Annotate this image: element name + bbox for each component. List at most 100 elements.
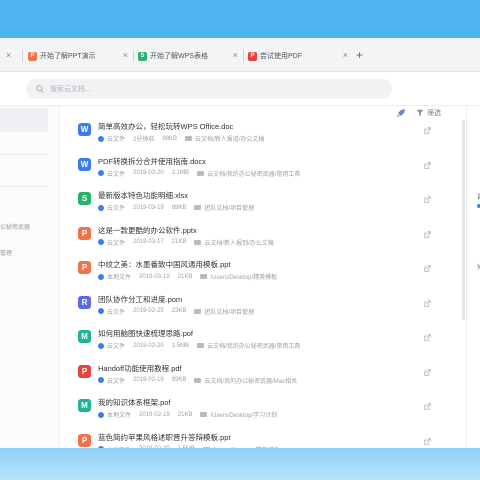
desktop-background-top xyxy=(0,0,480,38)
file-name[interactable]: 简单高效办公，轻松玩转WPS Office.doc xyxy=(98,121,233,132)
file-type-icon: P xyxy=(78,261,91,274)
file-time: 2019-03-19 xyxy=(133,204,164,211)
ppt-file-icon: P xyxy=(28,51,37,61)
file-name[interactable]: 如何用脑图快速梳理思路.pof xyxy=(98,328,193,339)
scrollbar[interactable] xyxy=(462,120,465,320)
sidebar-item-manage[interactable]: 管理 xyxy=(0,248,12,257)
folder-icon xyxy=(194,205,202,210)
folder-icon xyxy=(194,308,202,314)
file-path-text: 云文档/新人报到/办公文稿 xyxy=(204,240,274,247)
tab-label: 开始了解WPS表格 xyxy=(150,53,208,60)
file-size: 21KB xyxy=(171,239,187,245)
file-size: 89KB xyxy=(171,377,187,383)
file-row[interactable]: P蓝色简约苹果风格述职晋升答辩模板.ppt本地文件2019-02-201.5MB… xyxy=(70,429,450,448)
file-path-text: 云文档/我的办公秘密武器/Mac相关 xyxy=(204,378,298,385)
file-time: 2019-02-20 xyxy=(133,342,164,349)
location-icon xyxy=(98,377,104,383)
tab-ppt-intro[interactable]: P 开始了解PPT演示 × xyxy=(28,46,128,66)
app-window: × P 开始了解PPT演示 × S 开始了解WPS表格 × P 尝试使用PDF … xyxy=(0,38,480,448)
search-placeholder: 搜索云文档... xyxy=(50,86,91,93)
search-input[interactable]: 搜索云文档... xyxy=(26,79,392,99)
file-time: 2019-02-19 xyxy=(139,411,170,418)
file-path-text: /Users/Desktop/学习计划 xyxy=(210,413,278,419)
file-row[interactable]: M 我的知识体系框架.pof 本地文件 2019-02-19 21KB/Users/De… xyxy=(70,394,450,429)
file-row[interactable]: W 简单高效办公，轻松玩转WPS Office.doc 云文件 2分钟前 89KB 云文档… xyxy=(70,118,450,153)
file-name[interactable]: 这是一款更酷的办公软件.pptx xyxy=(98,225,197,236)
folder-icon xyxy=(194,239,202,245)
close-icon[interactable]: × xyxy=(233,50,238,60)
file-row[interactable]: P Handoff功能使用教程.pdf 云文件 2019-02-19 89KB 云文档/我… xyxy=(70,360,450,395)
file-type-icon: P xyxy=(78,364,91,378)
file-name[interactable]: 中纹之美：水墨番致中国风通用模板.ppt xyxy=(98,259,231,270)
tab-bar: × P 开始了解PPT演示 × S 开始了解WPS表格 × P 尝试使用PDF … xyxy=(0,38,480,72)
share-icon[interactable] xyxy=(424,127,431,134)
filter-icon[interactable] xyxy=(416,109,424,117)
close-icon[interactable]: × xyxy=(343,50,348,60)
file-row[interactable]: R 团队协作分工和进度.pom 云文件 2019-02-25 23KB 团队文档/项目管理 xyxy=(70,291,450,326)
file-row[interactable]: P 这是一款更酷的办公软件.pptx 云文件 2019-03-17 21KB 云文档/新人… xyxy=(70,222,450,257)
file-meta: 云文件 2019-02-25 23KB 团队文档/项目管理 xyxy=(98,307,254,316)
file-location: 本地文件 xyxy=(107,413,132,419)
file-name[interactable]: Handoff功能使用教程.pdf xyxy=(98,363,182,374)
file-size: 1.5MB xyxy=(171,342,190,349)
search-icon xyxy=(36,85,44,93)
file-row[interactable]: W PDF转换拆分合并使用指南.docx 云文件 2019-03-20 2.1MB 云文档… xyxy=(70,153,450,188)
file-location: 云文件 xyxy=(107,378,126,385)
location-icon xyxy=(98,135,104,142)
file-name[interactable]: 蓝色简约苹果风格述职晋升答辩模板.ppt xyxy=(98,432,231,443)
file-name[interactable]: 团队协作分工和进度.pom xyxy=(98,294,182,305)
file-name[interactable]: PDF转换拆分合并使用指南.docx xyxy=(98,156,206,167)
file-meta: 云文件 2019-02-20 1.5MB 云文档/我的办公秘密武器/常用工具 xyxy=(98,341,300,350)
share-icon[interactable] xyxy=(424,161,431,169)
file-type-icon: W xyxy=(78,123,91,136)
tab-wps-sheet[interactable]: S 开始了解WPS表格 × xyxy=(138,46,238,66)
file-row[interactable]: P 中纹之美：水墨番致中国风通用模板.ppt 本地文件 2019-03-19 21KB /… xyxy=(70,256,450,291)
share-icon[interactable] xyxy=(424,334,431,341)
pdf-file-icon: P xyxy=(248,51,257,61)
rocket-icon[interactable] xyxy=(396,108,406,118)
file-size: 23KB xyxy=(171,308,187,314)
tab-pdf-trial[interactable]: P 尝试使用PDF × xyxy=(248,46,348,66)
file-time: 2019-03-17 xyxy=(133,239,164,245)
location-icon xyxy=(98,204,104,211)
file-size: 2.1MB xyxy=(171,170,190,176)
file-path: 团队文档/项目管理 xyxy=(194,203,254,212)
file-location: 云文件 xyxy=(107,309,126,316)
close-icon[interactable]: × xyxy=(123,50,128,60)
share-icon[interactable] xyxy=(424,403,431,410)
folder-icon xyxy=(197,343,205,348)
share-icon[interactable] xyxy=(424,437,431,445)
new-tab-button[interactable]: + xyxy=(356,48,363,62)
file-type-icon: R xyxy=(78,295,91,309)
share-icon[interactable] xyxy=(424,196,431,203)
file-row[interactable]: M 如何用脑图快速梳理思路.pof 云文件 2019-02-20 1.5MB 云文档/我的… xyxy=(70,325,450,360)
filter-button[interactable]: 筛选 xyxy=(427,108,441,118)
share-icon[interactable] xyxy=(424,368,431,376)
share-icon[interactable] xyxy=(424,230,431,238)
file-name[interactable]: 我的知识体系框架.pof xyxy=(98,397,171,408)
sidebar-item-secret-weapons[interactable]: 公秘密武器 xyxy=(0,222,30,231)
file-location: 云文件 xyxy=(107,171,126,178)
location-icon xyxy=(98,273,104,280)
file-row[interactable]: S 最新版本特色功能明细.xlsx 云文件 2019-03-19 89KB 团队文档/项目… xyxy=(70,187,450,222)
file-list: W 简单高效办公，轻松玩转WPS Office.doc 云文件 2分钟前 89KB 云文档… xyxy=(70,118,450,448)
sidebar: 公秘密武器 管理 xyxy=(0,106,60,448)
location-icon xyxy=(98,170,104,176)
file-type-icon: S xyxy=(78,192,91,205)
file-path: /Users/Desktop/精美模板 xyxy=(200,272,277,281)
file-path: /Users/Desktop/学习计划 xyxy=(200,410,277,419)
share-icon[interactable] xyxy=(424,265,431,272)
close-icon[interactable]: × xyxy=(6,50,11,60)
file-path-text: 云文档/我的办公秘密武器/常用工具 xyxy=(207,171,301,178)
share-icon[interactable] xyxy=(424,299,431,307)
file-type-icon: M xyxy=(78,330,91,343)
file-name[interactable]: 最新版本特色功能明细.xlsx xyxy=(98,190,188,201)
sidebar-divider xyxy=(0,154,48,155)
file-path-text: 团队文档/项目管理 xyxy=(204,309,255,316)
file-path: 云文档/我的办公秘密武器/常用工具 xyxy=(197,341,300,350)
folder-icon xyxy=(200,274,208,279)
sidebar-item-selected[interactable] xyxy=(0,108,48,132)
file-meta: 本地文件 2019-02-19 21KB/Users/Desktop/学习计划 xyxy=(98,410,277,419)
file-size: 21KB xyxy=(177,273,193,280)
tab-label: 尝试使用PDF xyxy=(260,53,302,60)
